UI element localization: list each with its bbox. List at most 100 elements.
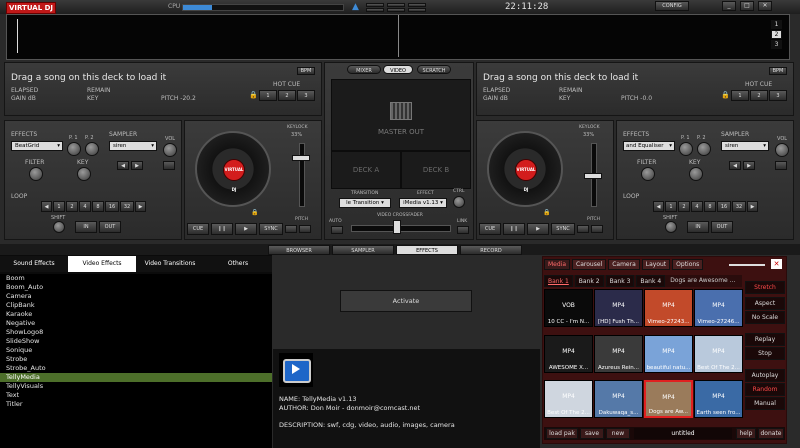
bank-4[interactable]: Bank 4 [636, 275, 666, 287]
effect-list-item[interactable]: ShowLogo8 [0, 328, 272, 337]
left-hot-cue-2[interactable]: 2 [278, 90, 296, 101]
maximize-button[interactable]: □ [740, 1, 754, 11]
crossfader-mode-icon[interactable]: ▲ [352, 2, 359, 12]
tab-mixer[interactable]: MIXER [347, 65, 381, 74]
left-sampler-prev[interactable]: ◀ [117, 161, 129, 170]
effect-list-item[interactable]: Camera [0, 292, 272, 301]
left-loop-32[interactable]: 32 [120, 201, 134, 212]
config-button[interactable]: CONFIG [655, 1, 689, 11]
media-aspect-button[interactable]: Aspect [745, 297, 785, 310]
left-loop-2[interactable]: 2 [66, 201, 78, 212]
effect-list-item[interactable]: TellyMedia [0, 373, 272, 382]
bank-1[interactable]: Bank 1 [544, 275, 573, 287]
media-tab-options[interactable]: Options [672, 259, 704, 270]
media-random-button[interactable]: Random [745, 383, 785, 396]
close-button[interactable]: ✕ [758, 1, 772, 11]
tab-sound-effects[interactable]: Sound Effects [0, 256, 68, 272]
deck-select-3[interactable]: 3 [771, 40, 782, 49]
right-loop-32[interactable]: 32 [732, 201, 746, 212]
help-button[interactable]: help [736, 428, 756, 439]
deck-select-1[interactable]: 1 [771, 20, 782, 29]
left-hot-cue-1[interactable]: 1 [259, 90, 277, 101]
left-sampler-select[interactable]: siren ▾ [109, 141, 157, 151]
media-thumbnail[interactable]: MP4 [HD] Fush Th... [594, 289, 643, 327]
tab-record[interactable]: RECORD [460, 245, 522, 255]
tab-effects[interactable]: EFFECTS [396, 245, 458, 255]
left-p2-knob[interactable] [85, 142, 99, 156]
layout-button-2[interactable] [387, 3, 405, 7]
tab-video-transitions[interactable]: Video Transitions [136, 256, 204, 272]
effect-list-item[interactable]: Text [0, 391, 272, 400]
left-loop-prev[interactable]: ◀ [41, 201, 52, 212]
left-loop-16[interactable]: 16 [105, 201, 119, 212]
right-loop-out[interactable]: OUT [711, 221, 733, 233]
left-pitch-minus[interactable] [285, 225, 297, 233]
left-p1-knob[interactable] [67, 142, 81, 156]
right-pitch-plus[interactable] [591, 225, 603, 233]
media-tab-carousel[interactable]: Carousel [572, 259, 607, 270]
left-loop-in[interactable]: IN [75, 221, 97, 233]
tab-sampler[interactable]: SAMPLER [332, 245, 394, 255]
right-loop-1[interactable]: 1 [665, 201, 677, 212]
save-button[interactable]: save [580, 428, 604, 439]
effect-list-item[interactable]: SlideShow [0, 337, 272, 346]
media-thumbnail[interactable]: VOB 10 CC - I'm N... [544, 289, 593, 327]
effect-list-item[interactable]: Sonique [0, 346, 272, 355]
layout-buttons[interactable] [366, 3, 428, 12]
left-sampler-next[interactable]: ▶ [131, 161, 143, 170]
right-pitch-slider-handle[interactable] [584, 173, 602, 179]
layout-button-1[interactable] [366, 3, 384, 7]
left-pitch-plus[interactable] [299, 225, 311, 233]
media-thumbnail[interactable]: MP4 Best Of The 2... [694, 334, 743, 373]
media-thumbnail[interactable]: MP4 AWESOME X... [544, 334, 593, 373]
auto-button[interactable] [331, 226, 343, 234]
layout-button-6[interactable] [408, 8, 426, 12]
effect-list-item[interactable]: ClipBank [0, 301, 272, 310]
media-close-icon[interactable]: ✕ [771, 259, 782, 269]
crossfader-handle[interactable] [393, 220, 401, 234]
right-pitch-minus[interactable] [577, 225, 589, 233]
media-thumbnail[interactable]: MP4 Dogs are Aw... [644, 380, 693, 419]
right-sampler-select[interactable]: siren ▾ [721, 141, 769, 151]
media-manual-button[interactable]: Manual [745, 397, 785, 410]
tab-video[interactable]: VIDEO [383, 65, 413, 74]
media-thumbnail[interactable]: MP4 Dakuwaqa_s... [594, 380, 643, 419]
right-loop-in[interactable]: IN [687, 221, 709, 233]
left-filter-knob[interactable] [29, 167, 43, 181]
ctrl-knob[interactable] [453, 196, 465, 208]
left-key-knob[interactable] [77, 167, 91, 181]
right-filter-knob[interactable] [641, 167, 655, 181]
right-loop-2[interactable]: 2 [678, 201, 690, 212]
activate-button[interactable]: Activate [340, 290, 472, 312]
layout-button-3[interactable] [408, 3, 426, 7]
left-cue-button[interactable]: CUE [187, 223, 209, 235]
minimize-button[interactable]: _ [722, 1, 736, 11]
left-loop-next[interactable]: ▶ [135, 201, 146, 212]
right-sync-button[interactable]: SYNC [551, 223, 575, 235]
left-bpm-button[interactable]: BPM [297, 67, 315, 75]
left-loop-8[interactable]: 8 [92, 201, 104, 212]
right-cue-button[interactable]: CUE [479, 223, 501, 235]
media-tab-media[interactable]: Media [544, 259, 571, 270]
right-shift-knob[interactable] [665, 221, 677, 233]
effect-list-item[interactable]: Karaoke [0, 310, 272, 319]
media-thumbnail[interactable]: MP4 Azureus Rein... [594, 334, 643, 373]
media-stop-button[interactable]: Stop [745, 347, 785, 360]
left-sampler-rec[interactable] [163, 161, 175, 170]
media-thumbnail[interactable]: MP4 beautiful natu... [644, 334, 693, 373]
right-loop-next[interactable]: ▶ [747, 201, 758, 212]
left-shift-knob[interactable] [53, 221, 65, 233]
load-pak-button[interactable]: load pak [546, 428, 578, 439]
waveform-display[interactable] [6, 14, 790, 60]
media-tab-layout[interactable]: Layout [641, 259, 671, 270]
left-sync-button[interactable]: SYNC [259, 223, 283, 235]
effect-list-item[interactable]: Boom [0, 274, 272, 283]
right-loop-4[interactable]: 4 [691, 201, 703, 212]
media-tab-camera[interactable]: Camera [608, 259, 640, 270]
media-thumbnail[interactable]: MP4 Vimeo-27246... [694, 289, 743, 327]
right-bpm-button[interactable]: BPM [769, 67, 787, 75]
left-vol-knob[interactable] [163, 143, 177, 157]
link-button[interactable] [457, 226, 469, 234]
right-loop-8[interactable]: 8 [704, 201, 716, 212]
crossfader-track[interactable] [351, 225, 451, 232]
